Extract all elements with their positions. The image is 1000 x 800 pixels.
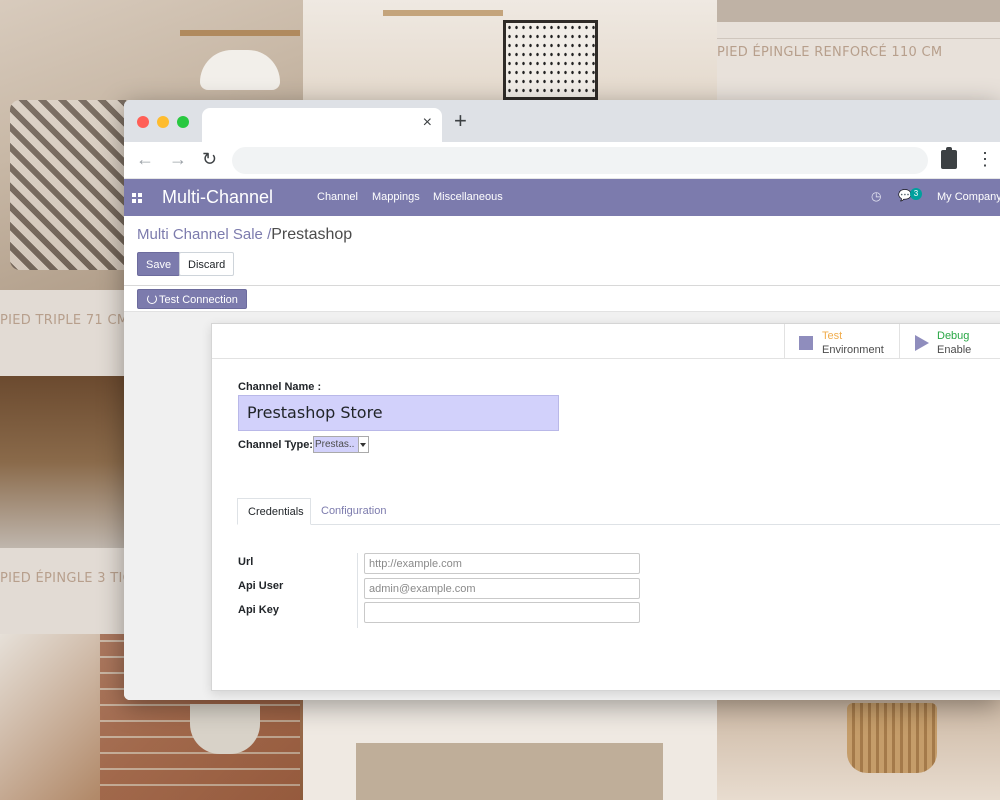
background-photo-top-right bbox=[717, 0, 1000, 22]
browser-toolbar: ← → ↻ ⋮ bbox=[124, 142, 1000, 179]
debug-enable-button[interactable]: Debug Enable bbox=[899, 324, 1000, 359]
cat bbox=[200, 50, 280, 90]
company-switcher[interactable]: My Company bbox=[937, 191, 1000, 203]
url-label: Url bbox=[238, 556, 254, 568]
caption-strip bbox=[0, 548, 124, 634]
form-statusbar: Test Connection bbox=[124, 286, 1000, 312]
debug-status: Debug bbox=[937, 330, 970, 342]
background-caption: PIED ÉPINGLE RENFORCÉ 110 CM bbox=[717, 45, 943, 60]
notebook-tabs: Credentials Configuration bbox=[237, 498, 1000, 525]
caption-strip bbox=[717, 22, 1000, 102]
caret-down-icon bbox=[360, 443, 366, 447]
save-button[interactable]: Save bbox=[137, 252, 181, 276]
address-bar[interactable] bbox=[232, 147, 928, 174]
breadcrumb-current: Prestashop bbox=[271, 226, 353, 243]
background-photo-shelf-art bbox=[303, 0, 717, 100]
apps-grid-icon[interactable] bbox=[132, 193, 142, 203]
more-menu-icon[interactable]: ⋮ bbox=[976, 149, 994, 169]
background-caption: PIED TRIPLE 71 CM bbox=[0, 313, 129, 328]
browser-window: × + ← → ↻ ⋮ Multi-Channel Channel Mappin… bbox=[124, 100, 1000, 700]
plant-pot bbox=[190, 704, 260, 754]
debug-label: Enable bbox=[937, 344, 972, 356]
breadcrumb: Multi Channel Sale /Prestashop bbox=[137, 226, 352, 244]
background-photo-mirror bbox=[303, 700, 717, 800]
new-tab-button[interactable]: + bbox=[454, 110, 467, 132]
background-photo-basket bbox=[717, 700, 1000, 800]
environment-status: Test bbox=[822, 330, 843, 342]
control-panel: Multi Channel Sale /Prestashop Save Disc… bbox=[124, 216, 1000, 286]
square-icon bbox=[799, 336, 813, 350]
test-environment-button[interactable]: Test Environment bbox=[784, 324, 899, 359]
main-navbar: Multi-Channel Channel Mappings Miscellan… bbox=[124, 179, 1000, 216]
framed-art bbox=[503, 20, 598, 100]
browser-tab[interactable]: × bbox=[202, 108, 442, 142]
channel-type-value: Prestas.. bbox=[315, 439, 355, 450]
clock-icon[interactable]: ◷ bbox=[871, 189, 881, 203]
mirror bbox=[356, 743, 663, 800]
shelf bbox=[180, 30, 300, 36]
messages-badge: 3 bbox=[910, 188, 922, 200]
background-caption: PIED ÉPINGLE 3 TIG bbox=[0, 571, 133, 586]
minimize-window-button[interactable] bbox=[157, 116, 169, 128]
environment-label: Environment bbox=[822, 344, 884, 356]
app-title: Multi-Channel bbox=[162, 187, 274, 207]
close-window-button[interactable] bbox=[137, 116, 149, 128]
shelf bbox=[383, 10, 503, 16]
api-user-input[interactable] bbox=[364, 578, 640, 599]
smart-button-box: Test Environment Debug Enable bbox=[212, 324, 1000, 359]
form-sheet: Test Environment Debug Enable Channel Na… bbox=[211, 323, 1000, 691]
channel-name-field[interactable]: Prestashop Store bbox=[238, 395, 559, 431]
test-connection-label: Test Connection bbox=[159, 294, 238, 306]
basket bbox=[847, 703, 937, 773]
discard-button[interactable]: Discard bbox=[179, 252, 235, 276]
menu-miscellaneous[interactable]: Miscellaneous bbox=[433, 191, 503, 203]
api-user-label: Api User bbox=[238, 580, 284, 592]
caption-strip bbox=[0, 290, 124, 376]
api-key-input[interactable] bbox=[364, 602, 640, 623]
field-divider bbox=[357, 553, 358, 628]
play-icon bbox=[915, 335, 929, 351]
reload-icon[interactable]: ↻ bbox=[202, 149, 217, 169]
channel-name-label: Channel Name : bbox=[238, 381, 322, 393]
menu-mappings[interactable]: Mappings bbox=[372, 191, 420, 203]
forward-icon[interactable]: → bbox=[169, 149, 187, 169]
menu-channel[interactable]: Channel bbox=[317, 191, 358, 203]
close-icon[interactable]: × bbox=[423, 114, 432, 132]
caption-divider bbox=[717, 38, 1000, 39]
breadcrumb-parent[interactable]: Multi Channel Sale bbox=[137, 226, 263, 243]
browser-tab-bar: × + bbox=[124, 100, 1000, 142]
maximize-window-button[interactable] bbox=[177, 116, 189, 128]
tab-credentials[interactable]: Credentials bbox=[237, 498, 311, 525]
test-connection-button[interactable]: Test Connection bbox=[137, 289, 247, 309]
api-key-label: Api Key bbox=[238, 604, 279, 616]
url-input[interactable] bbox=[364, 553, 640, 574]
channel-type-label: Channel Type: bbox=[238, 439, 313, 451]
clipboard-icon[interactable] bbox=[941, 147, 957, 169]
back-icon[interactable]: ← bbox=[136, 149, 154, 169]
refresh-icon bbox=[147, 294, 157, 304]
channel-type-select[interactable]: Prestas.. bbox=[313, 436, 369, 453]
tab-configuration[interactable]: Configuration bbox=[311, 498, 396, 525]
background-photo-kitchen bbox=[0, 376, 124, 548]
